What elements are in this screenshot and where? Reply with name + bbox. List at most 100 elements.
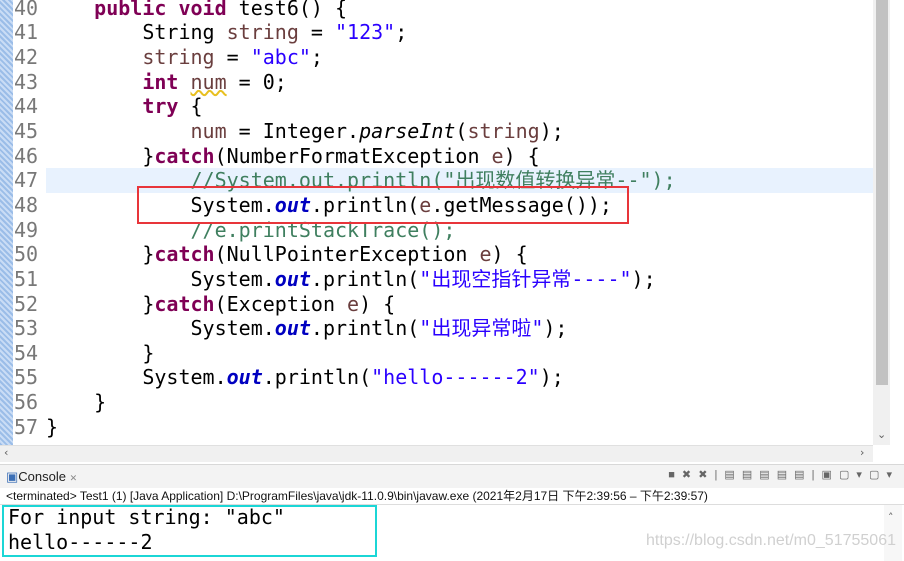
code-editor[interactable]: 40 public void test6() {41 String string… bbox=[0, 0, 904, 462]
code-token: .println( bbox=[310, 266, 420, 291]
code-token: int bbox=[142, 69, 191, 94]
code-line[interactable]: 50 }catch(NullPointerException e) { bbox=[0, 242, 873, 267]
code-line[interactable]: 43 int num = 0; bbox=[0, 70, 873, 95]
vertical-scroll-thumb[interactable] bbox=[876, 0, 888, 385]
code-text: string = "abc"; bbox=[46, 45, 323, 70]
code-text: } bbox=[46, 341, 154, 366]
code-line[interactable]: 51 System.out.println("出现空指针异常----"); bbox=[0, 267, 873, 292]
line-number: 50 bbox=[14, 242, 39, 267]
scroll-left-icon[interactable]: ‹ bbox=[4, 446, 8, 459]
close-icon[interactable]: ✕ bbox=[70, 473, 78, 483]
code-text: System.out.println("hello------2"); bbox=[46, 365, 564, 390]
code-token: .println( bbox=[262, 365, 372, 390]
code-token: try bbox=[142, 94, 179, 119]
line-number: 54 bbox=[14, 340, 39, 365]
code-token: out bbox=[274, 266, 311, 291]
code-line[interactable]: 42 string = "abc"; bbox=[0, 45, 873, 70]
code-line[interactable]: 46 }catch(NumberFormatException e) { bbox=[0, 144, 873, 169]
horizontal-scrollbar[interactable]: ‹ › bbox=[0, 445, 873, 462]
code-token: ); bbox=[539, 118, 564, 143]
code-token: string bbox=[226, 20, 299, 45]
scroll-up-icon[interactable]: ˄ bbox=[888, 511, 894, 524]
code-token: catch bbox=[154, 143, 215, 168]
code-token: ; bbox=[395, 20, 408, 45]
code-token: = Integer. bbox=[226, 118, 360, 143]
code-token: string bbox=[467, 118, 540, 143]
code-token: ); bbox=[543, 316, 568, 341]
code-text: num = Integer.parseInt(string); bbox=[46, 119, 564, 144]
code-token: } bbox=[46, 414, 59, 439]
code-token: } bbox=[46, 242, 155, 267]
code-line[interactable]: 52 }catch(Exception e) { bbox=[0, 292, 873, 317]
code-token: (Exception bbox=[214, 291, 348, 316]
code-line[interactable]: 41 String string = "123"; bbox=[0, 20, 873, 45]
line-number: 43 bbox=[14, 69, 39, 94]
line-number: 52 bbox=[14, 291, 39, 316]
line-number: 40 bbox=[14, 0, 39, 20]
code-line[interactable]: 54 } bbox=[0, 341, 873, 366]
code-token: } bbox=[46, 291, 155, 316]
code-token: e bbox=[347, 291, 360, 316]
code-token: catch bbox=[154, 291, 215, 316]
code-line[interactable]: 57} bbox=[0, 415, 873, 440]
code-token: System. bbox=[46, 316, 275, 341]
console-tab[interactable]: ▣Console ✕ bbox=[6, 469, 77, 485]
code-token: } bbox=[46, 143, 155, 168]
code-token: System. bbox=[46, 365, 227, 390]
code-token: "abc" bbox=[250, 45, 311, 69]
console-header: ▣Console ✕ ■ ✖ ✖ | ▤ ▤ ▤ ▤ ▤ | ▣ ▢ ▾ ▢ ▾ bbox=[0, 464, 904, 489]
code-token: "hello------2" bbox=[371, 365, 540, 390]
line-number: 41 bbox=[14, 20, 39, 45]
line-number: 47 bbox=[14, 168, 39, 193]
code-token: test6() { bbox=[238, 0, 348, 20]
code-token: num bbox=[190, 69, 227, 94]
code-token: out bbox=[226, 365, 263, 390]
code-token: System. bbox=[46, 266, 275, 291]
console-toolbar[interactable]: ■ ✖ ✖ | ▤ ▤ ▤ ▤ ▤ | ▣ ▢ ▾ ▢ ▾ bbox=[668, 468, 894, 481]
code-line[interactable]: 40 public void test6() { bbox=[0, 0, 873, 20]
line-number: 46 bbox=[14, 143, 39, 168]
code-token: ) { bbox=[359, 291, 396, 316]
code-text: System.out.println("出现异常啦"); bbox=[46, 316, 567, 341]
code-token: ) { bbox=[491, 242, 528, 267]
code-token: out bbox=[274, 316, 311, 341]
code-token: catch bbox=[154, 242, 215, 267]
code-line[interactable]: 44 try { bbox=[0, 94, 873, 119]
code-token: ); bbox=[539, 365, 564, 390]
code-token: (NullPointerException bbox=[214, 242, 480, 267]
scroll-down-icon[interactable]: ⌄ bbox=[877, 428, 886, 441]
console-icon: ▣ bbox=[6, 469, 19, 484]
line-number: 45 bbox=[14, 118, 39, 143]
code-text: }catch(Exception e) { bbox=[46, 292, 395, 317]
code-token: e bbox=[479, 242, 492, 267]
code-text: } bbox=[46, 415, 58, 440]
code-token: "出现异常啦" bbox=[419, 316, 544, 341]
code-token: ) { bbox=[503, 143, 540, 168]
line-number: 51 bbox=[14, 266, 39, 291]
code-token: } bbox=[46, 340, 155, 365]
code-text: int num = 0; bbox=[46, 70, 287, 95]
code-token: String bbox=[46, 20, 227, 45]
code-text: }catch(NumberFormatException e) { bbox=[46, 143, 540, 169]
code-line[interactable]: 45 num = Integer.parseInt(string); bbox=[0, 119, 873, 144]
line-number: 44 bbox=[14, 94, 39, 119]
code-text: }catch(NullPointerException e) { bbox=[46, 242, 528, 267]
code-line[interactable]: 55 System.out.println("hello------2"); bbox=[0, 365, 873, 390]
code-line[interactable]: 56 } bbox=[0, 390, 873, 415]
console-tab-label: Console bbox=[18, 469, 66, 484]
code-token: .println( bbox=[310, 316, 420, 341]
code-token: "出现空指针异常----" bbox=[419, 266, 632, 291]
code-text: public void test6() { bbox=[46, 0, 347, 20]
line-number: 42 bbox=[14, 45, 39, 69]
scroll-right-icon[interactable]: › bbox=[860, 446, 864, 459]
code-token: (NumberFormatException bbox=[214, 143, 492, 168]
code-token: ; bbox=[310, 45, 323, 69]
code-token: = bbox=[214, 45, 251, 69]
watermark: https://blog.csdn.net/m0_51755061 bbox=[646, 532, 896, 549]
code-line[interactable]: 53 System.out.println("出现异常啦"); bbox=[0, 316, 873, 341]
